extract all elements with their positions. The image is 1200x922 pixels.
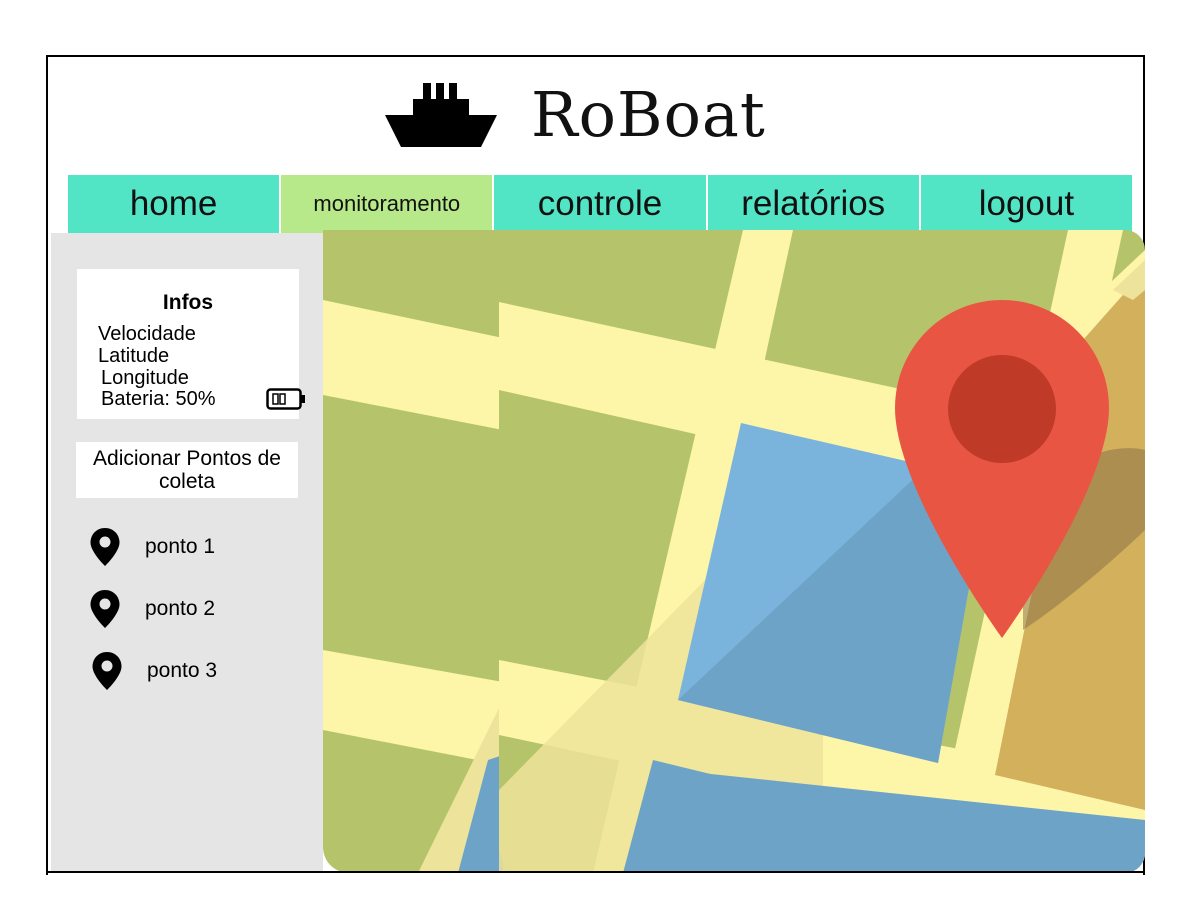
- app-header: RoBoat: [385, 74, 766, 154]
- longitude-label: Longitude: [101, 367, 189, 389]
- info-panel: Infos Velocidade Latitude Longitude Bate…: [77, 269, 305, 419]
- point-item-3[interactable]: ponto 3: [91, 651, 217, 691]
- sidebar: Infos Velocidade Latitude Longitude Bate…: [51, 233, 323, 873]
- nav-logout[interactable]: logout: [920, 175, 1133, 233]
- ship-icon: [385, 83, 497, 147]
- map-pin-icon: [92, 652, 122, 690]
- info-title: Infos: [162, 291, 214, 314]
- nav-relatorios[interactable]: relatórios: [707, 175, 921, 233]
- main-nav: home monitoramento controle relatórios l…: [68, 175, 1133, 233]
- point-label: ponto 1: [145, 535, 216, 558]
- nav-monitoramento[interactable]: monitoramento: [281, 175, 495, 233]
- app-title: RoBoat: [531, 77, 766, 151]
- point-item-2[interactable]: ponto 2: [89, 589, 215, 629]
- add-points-button[interactable]: Adicionar Pontos de coleta: [76, 442, 298, 498]
- point-label: ponto 2: [145, 597, 216, 620]
- frame-bottom-border: [46, 871, 1145, 873]
- point-item-1[interactable]: ponto 1: [89, 527, 215, 567]
- frame-top-border: [46, 55, 1145, 57]
- point-label: ponto 3: [147, 659, 218, 682]
- map-pin-icon: [90, 590, 120, 628]
- nav-controle[interactable]: controle: [494, 175, 708, 233]
- nav-home[interactable]: home: [68, 175, 282, 233]
- battery-icon: [266, 388, 305, 410]
- map-pin-icon: [90, 528, 120, 566]
- frame-left-border: [46, 55, 48, 875]
- map-canvas[interactable]: [323, 230, 1145, 873]
- latitude-label: Latitude: [98, 345, 170, 367]
- speed-label: Velocidade: [98, 323, 196, 345]
- map-view[interactable]: [323, 230, 1145, 873]
- battery-label: Bateria: 50%: [101, 388, 216, 410]
